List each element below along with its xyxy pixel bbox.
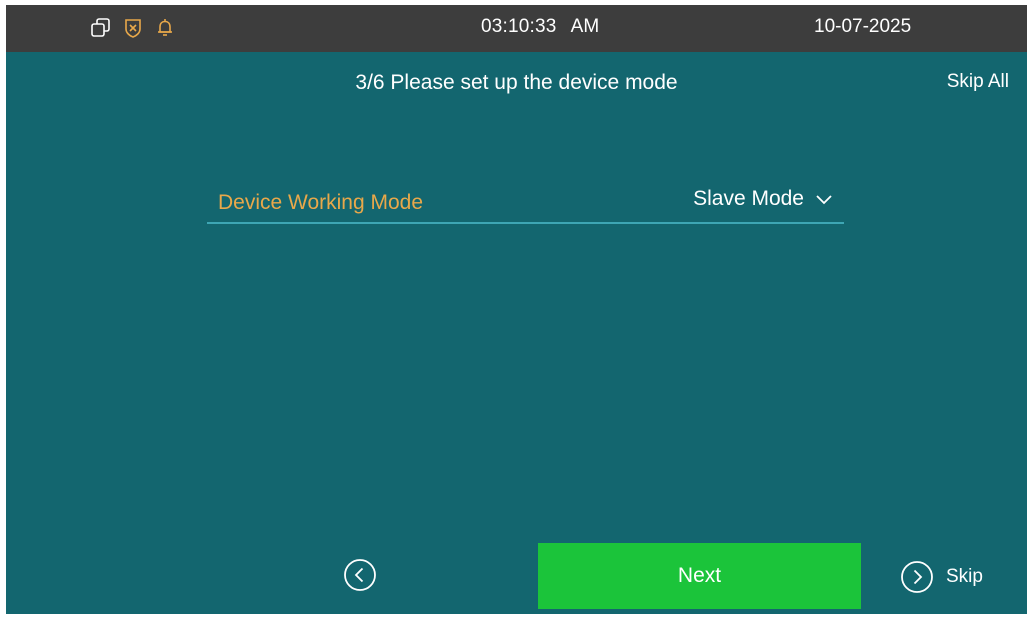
shield-alert-icon [122, 17, 144, 39]
bell-icon [154, 17, 176, 39]
status-bar: 03:10:33 AM 10-07-2025 [6, 5, 1027, 52]
skip-all-button[interactable]: Skip All [947, 71, 1009, 93]
copy-windows-icon [90, 17, 112, 39]
clock-ampm: AM [570, 16, 600, 37]
status-date: 10-07-2025 [814, 16, 912, 37]
back-button[interactable] [343, 558, 377, 592]
setup-screen: 03:10:33 AM 10-07-2025 3/6 Please set up … [6, 5, 1027, 614]
next-button[interactable]: Next [538, 543, 861, 609]
circle-chevron-left-icon [343, 558, 377, 597]
next-button-label: Next [677, 564, 722, 587]
skip-label: Skip [946, 566, 983, 587]
page-title: 3/6 Please set up the device mode [355, 71, 678, 94]
device-working-mode-label: Device Working Mode [218, 191, 424, 214]
device-mode-dropdown[interactable]: Slave Mode [693, 187, 834, 211]
device-mode-value: Slave Mode [693, 187, 804, 210]
device-working-mode-row: Device Working Mode Slave Mode [207, 180, 844, 224]
circle-chevron-right-icon [900, 560, 934, 594]
clock-time: 03:10:33 [481, 16, 557, 37]
skip-button[interactable]: Skip [900, 560, 983, 594]
status-icons [90, 17, 176, 39]
chevron-down-icon [814, 192, 834, 206]
clock: 03:10:33 AM [481, 16, 599, 38]
